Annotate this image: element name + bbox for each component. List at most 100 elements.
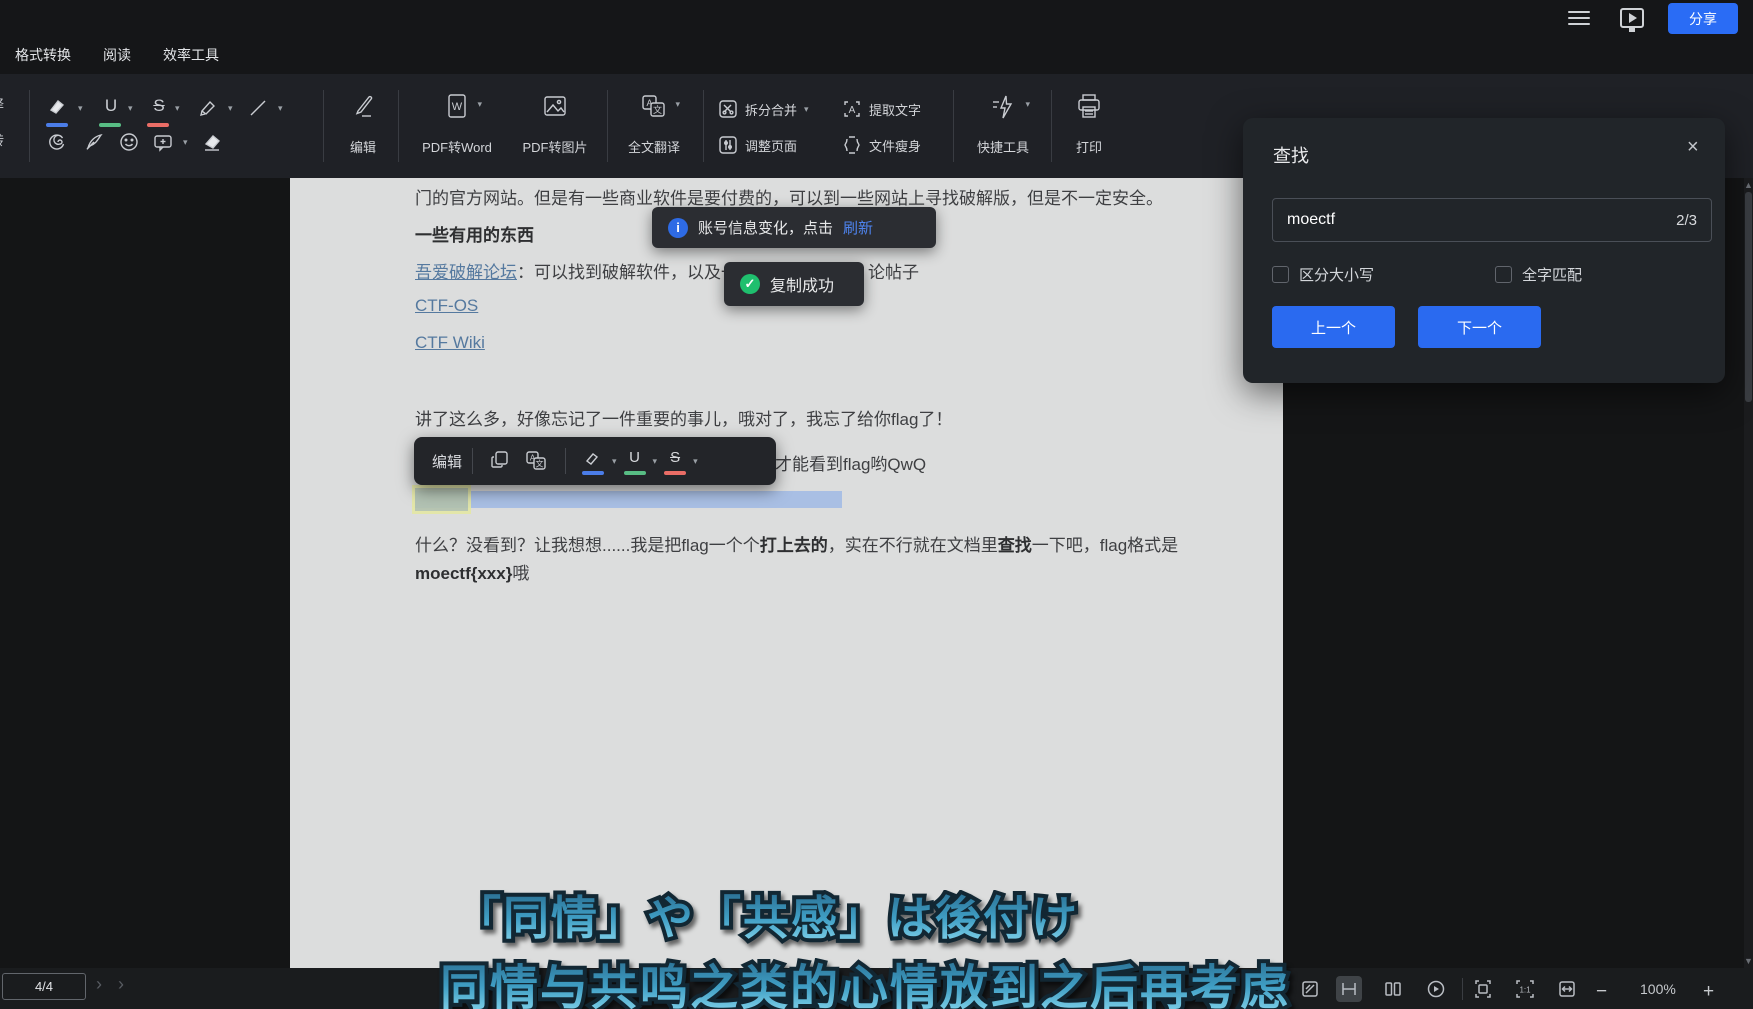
doc-covered-line-tail: 才能看到flag哟QwQ (775, 450, 926, 475)
pen-dropdown-caret[interactable]: ▾ (228, 104, 233, 113)
print-button[interactable]: 打印 (1060, 86, 1118, 166)
zoom-in-button[interactable]: + (1703, 981, 1714, 1003)
last-page-chevron[interactable]: › (118, 974, 124, 995)
quick-tools-button[interactable]: ▾ 快捷工具 (962, 86, 1044, 166)
svg-text:文: 文 (653, 104, 662, 115)
doc-link-ctf-os[interactable]: CTF-OS (415, 296, 478, 315)
checkbox-icon[interactable] (1495, 266, 1512, 283)
status-bar: 4/4 › › 1:1 − 100% + (0, 968, 1753, 1009)
pdf-to-word-button[interactable]: W ▾ PDF转Word (408, 86, 506, 166)
statusbar-divider (1462, 978, 1463, 1000)
toast-text: 复制成功 (770, 272, 834, 296)
hamburger-menu-icon[interactable] (1568, 11, 1590, 26)
scrollbar-thumb[interactable] (1745, 192, 1752, 402)
pdf-to-image-button[interactable]: PDF转图片 (510, 86, 600, 166)
doc-paragraph-flag: 什么？没看到？让我想想......我是把flag一个个打上去的，实在不行就在文档… (415, 531, 1178, 556)
pen-tool-icon[interactable] (196, 96, 222, 122)
clipped-label-fragment: 译 (0, 94, 4, 113)
page-background-icon[interactable] (1297, 976, 1323, 1002)
quill-signature-icon[interactable] (82, 130, 108, 156)
strikethrough-dropdown-caret[interactable]: ▾ (175, 104, 180, 113)
refresh-link[interactable]: 刷新 (843, 217, 873, 238)
check-icon: ✓ (740, 274, 760, 294)
full-translate-button[interactable]: A文 ▾ 全文翻译 (616, 86, 692, 166)
crop-page-icon[interactable] (1255, 976, 1281, 1002)
toolbar-divider (703, 90, 704, 162)
next-page-chevron[interactable]: › (96, 974, 102, 995)
popup-highlight-caret[interactable]: ▾ (612, 457, 617, 466)
doc-paragraph-flag-2: moectf{xxx}哦 (415, 559, 529, 584)
popup-highlight-icon[interactable] (582, 449, 606, 473)
popup-underline-caret[interactable]: ▾ (653, 457, 658, 466)
match-counter: 2/3 (1676, 212, 1697, 229)
menu-efficiency-tools[interactable]: 效率工具 (163, 45, 219, 65)
menu-format-convert[interactable]: 格式转换 (15, 45, 71, 65)
emoji-stamp-icon[interactable] (117, 130, 143, 156)
zoom-level[interactable]: 100% (1640, 981, 1676, 997)
actual-size-icon[interactable]: 1:1 (1512, 976, 1538, 1002)
single-page-view-icon[interactable] (1336, 976, 1362, 1002)
close-icon[interactable]: × (1687, 136, 1699, 159)
slim-file-button[interactable]: 文件瘦身 (842, 132, 921, 158)
comment-add-icon[interactable] (151, 130, 177, 156)
popup-strikethrough-caret[interactable]: ▾ (693, 457, 698, 466)
toolbar-divider (323, 90, 324, 162)
app-window: 分享 格式转换 阅读 效率工具 译 转 ▾ U ▾ S ▾ ▾ ▾ (0, 0, 1753, 1009)
text-selection-highlight[interactable] (415, 491, 842, 508)
translate-icon[interactable]: A文 (525, 449, 549, 473)
zoom-out-button[interactable]: − (1596, 981, 1607, 1003)
toolbar-divider (1051, 90, 1052, 162)
find-panel-title: 查找 (1273, 142, 1309, 168)
underline-dropdown-caret[interactable]: ▾ (128, 104, 133, 113)
comment-dropdown-caret[interactable]: ▾ (183, 138, 188, 147)
play-read-mode-icon[interactable] (1423, 976, 1449, 1002)
scroll-down-icon[interactable]: ▼ (1744, 956, 1753, 966)
doc-link-line-tail: 论帖子 (868, 258, 919, 283)
clipped-label-fragment: 转 (0, 130, 4, 149)
adjust-page-button[interactable]: 调整页面 (718, 132, 797, 158)
checkbox-icon[interactable] (1272, 266, 1289, 283)
underline-tool-icon[interactable]: U (98, 96, 124, 122)
info-icon: i (668, 218, 688, 238)
free-draw-icon[interactable] (46, 130, 72, 156)
svg-text:文: 文 (536, 459, 544, 469)
search-query: moectf (1287, 211, 1676, 229)
doc-link-ctf-wiki[interactable]: CTF Wiki (415, 333, 485, 352)
two-page-view-icon[interactable] (1380, 976, 1406, 1002)
popup-strikethrough-icon[interactable]: S (663, 449, 687, 473)
presentation-mode-icon[interactable] (1620, 8, 1644, 28)
yellow-highlight-chunk (415, 488, 468, 511)
line-dropdown-caret[interactable]: ▾ (278, 104, 283, 113)
popup-edit-button[interactable]: 编辑 (432, 451, 462, 472)
highlight-dropdown-caret[interactable]: ▾ (78, 104, 83, 113)
copy-icon[interactable] (489, 449, 513, 473)
svg-text:W: W (452, 101, 463, 113)
menu-read[interactable]: 阅读 (103, 45, 131, 65)
case-sensitive-checkbox[interactable]: 区分大小写 (1272, 264, 1374, 285)
extract-text-button[interactable]: A 提取文字 (842, 96, 921, 122)
line-tool-icon[interactable] (246, 96, 272, 122)
scroll-up-icon[interactable]: ▲ (1744, 180, 1753, 190)
share-button[interactable]: 分享 (1668, 3, 1738, 34)
popup-underline-icon[interactable]: U (623, 449, 647, 473)
fit-width-icon[interactable] (1554, 976, 1580, 1002)
toolbar-divider (607, 90, 608, 162)
toolbar-divider (29, 90, 30, 162)
toolbar-divider (953, 90, 954, 162)
svg-text:1:1: 1:1 (1519, 986, 1531, 995)
page-indicator[interactable]: 4/4 (2, 973, 86, 1000)
highlight-tool-icon[interactable] (46, 96, 72, 122)
edit-pdf-button[interactable]: 编辑 (334, 86, 392, 166)
split-merge-button[interactable]: 拆分合并▾ (718, 96, 809, 122)
find-next-button[interactable]: 下一个 (1418, 306, 1541, 348)
doc-link-52pojie[interactable]: 吾爱破解论坛 (415, 263, 517, 282)
whole-word-checkbox[interactable]: 全字匹配 (1495, 264, 1582, 285)
vertical-scrollbar[interactable]: ▲ ▼ (1744, 178, 1753, 968)
strikethrough-tool-icon[interactable]: S (146, 96, 172, 122)
find-previous-button[interactable]: 上一个 (1272, 306, 1395, 348)
search-input[interactable]: moectf 2/3 (1272, 198, 1712, 242)
account-change-toast: i 账号信息变化，点击 刷新 (652, 207, 936, 248)
fullscreen-icon[interactable] (1470, 976, 1496, 1002)
svg-text:A: A (849, 105, 856, 116)
eraser-icon[interactable] (200, 130, 226, 156)
